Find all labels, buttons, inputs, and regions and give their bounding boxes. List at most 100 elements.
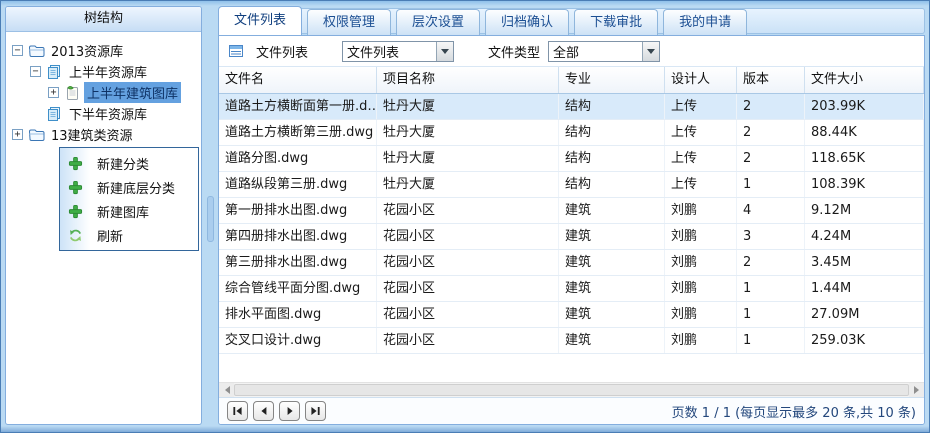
scrollbar-thumb[interactable] [234,384,909,396]
menu-item-label: 新建图库 [97,205,150,221]
table-cell: 道路纵段第三册.dwg [219,172,377,197]
menu-item-label: 新建分类 [97,157,150,173]
tab-strip: 文件列表 权限管理 层次设置 归档确认 下载审批 我的申请 [218,6,925,35]
table-body: 道路土方横断面第一册.d… 牡丹大厦 结构 上传 2 203.99K 道路土方横断第三册.d… [219,94,924,354]
table-cell: 道路土方横断面第一册.d… [219,94,377,119]
toolbar-title: 文件列表 [256,45,309,61]
column-header[interactable]: 专业 [559,67,665,93]
collapse-icon[interactable]: − [12,45,23,56]
collapse-icon[interactable]: − [30,66,41,77]
table-cell: 1 [737,276,805,301]
chevron-down-icon[interactable] [436,41,454,61]
table-cell: 花园小区 [377,224,559,249]
tree-node-label[interactable]: 13建筑类资源 [48,124,136,145]
table-row[interactable]: 第一册排水出图.dwg 花园小区 建筑 刘鹏 4 9.12M [219,198,924,224]
table-cell: 9.12M [805,198,924,223]
column-header[interactable]: 文件大小 [805,67,924,93]
file-view-select-value: 文件列表 [347,45,400,61]
scroll-left-icon[interactable] [219,383,234,397]
last-page-icon [311,407,320,415]
scroll-right-icon[interactable] [909,383,924,397]
toolbar: 文件列表 文件列表 文件类型 全部 [219,36,924,67]
panel-splitter[interactable] [204,6,217,425]
app-window: 树结构 −2013资源库 − 上半年资源库 + 上半年建筑图库 下半年资源库 +13建筑类资… [0,0,930,433]
next-page-button[interactable] [279,401,300,421]
tab-level-settings[interactable]: 层次设置 [396,9,481,35]
table-cell: 道路分图.dwg [219,146,377,171]
documents-icon [45,106,63,122]
table-row[interactable]: 综合管线平面分图.dwg 花园小区 建筑 刘鹏 1 1.44M [219,276,924,302]
last-page-button[interactable] [305,401,326,421]
tab-archive-confirm[interactable]: 归档确认 [485,9,570,35]
table-cell: 牡丹大厦 [377,172,559,197]
menu-item-label: 新建底层分类 [97,181,176,197]
table-row[interactable]: 排水平面图.dwg 花园小区 建筑 刘鹏 1 27.09M [219,302,924,328]
table-cell: 2 [737,146,805,171]
library-icon [63,85,81,101]
column-header[interactable]: 设计人 [665,67,737,93]
tree-panel-header: 树结构 [6,7,201,32]
table-row[interactable]: 道路土方横断第三册.dwg 牡丹大厦 结构 上传 2 88.44K [219,120,924,146]
file-type-select[interactable]: 全部 [548,40,661,62]
tab-permission-management[interactable]: 权限管理 [307,9,392,35]
column-header[interactable]: 项目名称 [377,67,559,93]
tree-node-label[interactable]: 下半年资源库 [66,103,150,124]
tree-context-menu: 新建分类新建底层分类 新建图库刷新 [59,147,199,251]
menu-item-new-category[interactable]: 新建分类 [60,151,198,175]
file-view-select[interactable]: 文件列表 [342,40,455,62]
first-page-icon [233,407,242,415]
table-cell: 建筑 [559,276,665,301]
table-cell: 牡丹大厦 [377,146,559,171]
menu-item-new-library[interactable]: 新建图库 [60,199,198,223]
horizontal-scrollbar[interactable] [219,382,924,397]
plus-icon [67,203,83,219]
tree-node[interactable]: +13建筑类资源 [6,124,201,145]
tab-my-applications[interactable]: 我的申请 [663,9,748,35]
refresh-icon [67,227,83,243]
table-cell: 1 [737,172,805,197]
table-cell: 综合管线平面分图.dwg [219,276,377,301]
menu-item-new-bottom-category[interactable]: 新建底层分类 [60,175,198,199]
prev-page-button[interactable] [253,401,274,421]
tab-file-list[interactable]: 文件列表 [218,6,303,35]
tree-node-label[interactable]: 上半年建筑图库 [84,82,182,103]
table-header: 文件名 项目名称 专业 设计人 版本 文件大小 [219,67,924,94]
tree: −2013资源库 − 上半年资源库 + 上半年建筑图库 下半年资源库 +13建筑类资源 [6,32,201,145]
table-cell: 1 [737,328,805,353]
menu-item-refresh[interactable]: 刷新 [60,223,198,247]
expand-icon[interactable]: + [48,87,59,98]
column-header[interactable]: 版本 [737,67,805,93]
table-row[interactable]: 道路分图.dwg 牡丹大厦 结构 上传 2 118.65K [219,146,924,172]
table-row[interactable]: 第四册排水出图.dwg 花园小区 建筑 刘鹏 3 4.24M [219,224,924,250]
tab-download-approval[interactable]: 下载审批 [574,9,659,35]
table-row[interactable]: 第三册排水出图.dwg 花园小区 建筑 刘鹏 2 3.45M [219,250,924,276]
table-cell: 结构 [559,172,665,197]
first-page-button[interactable] [227,401,248,421]
plus-icon [67,179,83,195]
content-panel: 文件列表 文件列表 文件类型 全部 文件名 项目名称 专业 设计人 版本 文件大小 道路土… [218,35,925,425]
chevron-down-icon[interactable] [642,41,660,61]
tree-node-label[interactable]: 2013资源库 [48,40,126,61]
pagination-bar: 页数 1 / 1 (每页显示最多 20 条,共 10 条) [219,397,924,424]
table-cell: 1.44M [805,276,924,301]
table-cell: 108.39K [805,172,924,197]
file-type-label: 文件类型 [488,45,541,61]
column-header[interactable]: 文件名 [219,67,377,93]
splitter-handle[interactable] [207,196,214,242]
tree-node[interactable]: − 2013资源库 [6,40,201,61]
table-cell: 花园小区 [377,276,559,301]
table-cell: 第四册排水出图.dwg [219,224,377,249]
table-row[interactable]: 道路纵段第三册.dwg 牡丹大厦 结构 上传 1 108.39K [219,172,924,198]
table-row[interactable]: 交叉口设计.dwg 花园小区 建筑 刘鹏 1 259.03K [219,328,924,354]
tree-node-label[interactable]: 上半年资源库 [66,61,150,82]
tree-panel-title: 树结构 [83,11,123,26]
tree-node[interactable]: − 上半年资源库 [6,61,201,82]
tree-node[interactable]: + 上半年建筑图库 [6,82,201,103]
table-cell: 刘鹏 [665,198,737,223]
context-menu-items: 新建分类新建底层分类 新建图库刷新 [60,151,198,247]
table-cell: 4.24M [805,224,924,249]
table-row[interactable]: 道路土方横断面第一册.d… 牡丹大厦 结构 上传 2 203.99K [219,94,924,120]
expand-icon[interactable]: + [12,129,23,140]
tree-node[interactable]: 下半年资源库 [6,103,201,124]
table-cell: 1 [737,302,805,327]
